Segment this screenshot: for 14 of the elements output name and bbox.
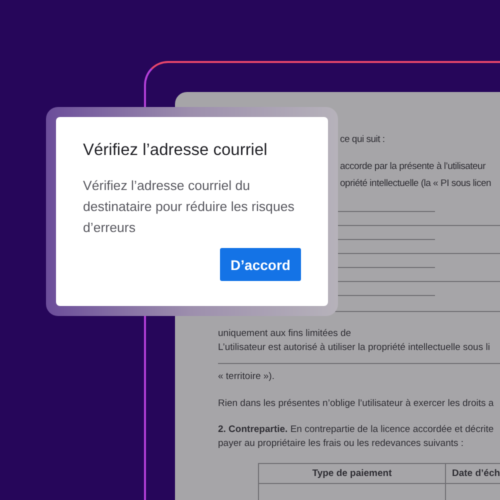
document-text: L’utilisateur est autorisé à utiliser la propriété intellectuelle sous li	[218, 341, 491, 355]
document-text: 2. Contrepartie. En contrepartie de la licence accordée et décrite	[218, 423, 495, 437]
ok-button[interactable]: D’accord	[220, 248, 301, 281]
document-text: Rien dans les présentes n’oblige l’utilisateur à exercer les droits a	[218, 397, 495, 411]
document-text: accorde par la présente à l’utilisateur	[340, 160, 487, 174]
table-header-cell: Date d’éch	[446, 464, 500, 484]
document-text: « territoire »).	[218, 370, 276, 384]
table-header-cell: Type de paiement	[259, 464, 446, 484]
document-text: opriété intellectuelle (la « PI sous licen	[340, 177, 492, 191]
dialog-message: Vérifiez l’adresse courriel du destinataire pour réduire les risques d’erreurs	[83, 177, 296, 237]
document-text: payer au propriétaire les frais ou les redevances suivants :	[218, 437, 465, 451]
dialog-title: Vérifiez l’adresse courriel	[83, 140, 268, 161]
document-text: ce qui suit :	[340, 133, 386, 147]
document-text: uniquement aux fins limitées de	[218, 327, 352, 341]
